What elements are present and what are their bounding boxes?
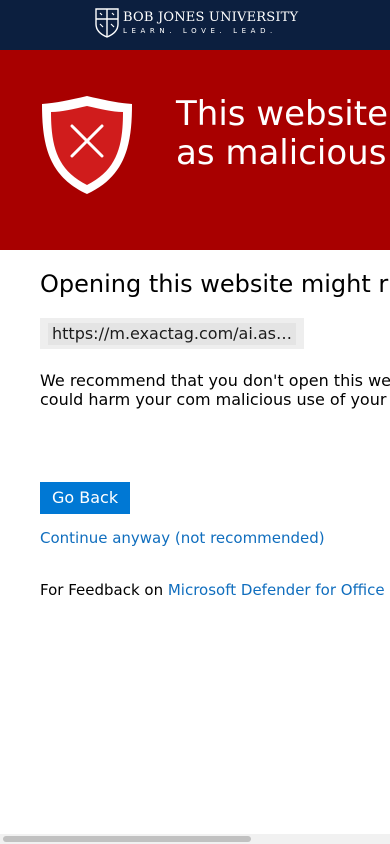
warning-banner: This website as malicious. [0,50,390,250]
university-tagline: LEARN. LOVE. LEAD. [123,27,277,35]
defender-feedback-link[interactable]: Microsoft Defender for Office 36 [168,581,390,599]
banner-title-line-2: as malicious. [176,133,390,173]
recommendation-text: We recommend that you don't open this we… [40,371,390,409]
feedback-line: For Feedback on Microsoft Defender for O… [40,581,390,599]
shield-x-icon [42,96,132,194]
page: BOB JONES UNIVERSITY LEARN. LOVE. LEAD. … [0,0,390,844]
warning-subheading: Opening this website might r [40,270,389,298]
banner-title: This website as malicious. [176,95,390,173]
university-crest-icon [95,8,119,38]
go-back-button[interactable]: Go Back [40,482,130,514]
feedback-prefix: For Feedback on [40,581,168,599]
scrollbar-thumb[interactable] [3,836,251,842]
university-wordmark: BOB JONES UNIVERSITY LEARN. LOVE. LEAD. [123,11,298,35]
continue-anyway-link[interactable]: Continue anyway (not recommended) [40,529,325,547]
university-logo[interactable]: BOB JONES UNIVERSITY LEARN. LOVE. LEAD. [95,7,298,39]
university-name: BOB JONES UNIVERSITY [123,10,299,25]
top-header: BOB JONES UNIVERSITY LEARN. LOVE. LEAD. [0,0,390,50]
banner-title-line-1: This website [176,94,389,134]
blocked-url: https://m.exactag.com/ai.as… [48,323,296,345]
blocked-url-box: https://m.exactag.com/ai.as… [40,318,304,349]
horizontal-scrollbar[interactable] [0,834,390,844]
